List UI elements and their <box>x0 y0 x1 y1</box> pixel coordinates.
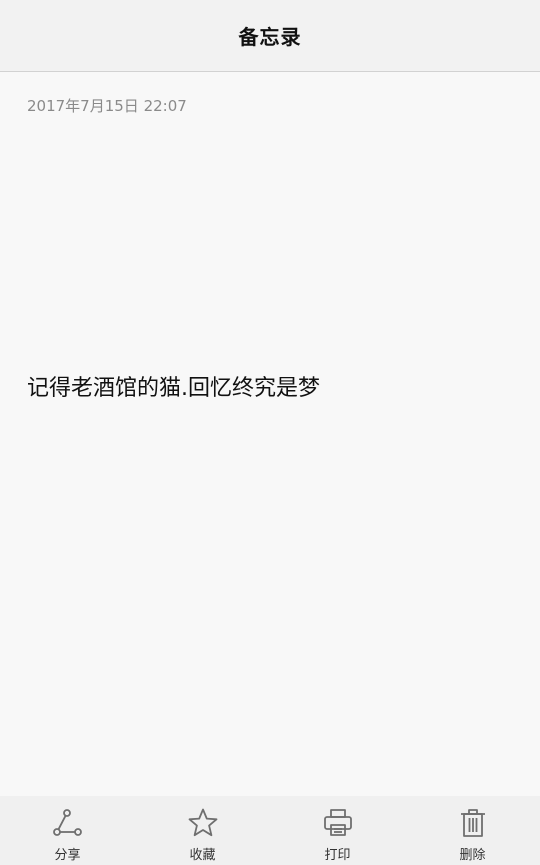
star-icon <box>187 807 219 839</box>
print-label: 打印 <box>324 848 351 863</box>
note-body-text[interactable]: 记得老酒馆的猫.回忆终究是梦 <box>27 370 320 402</box>
share-icon <box>52 807 84 839</box>
app-header: 备忘录 <box>0 0 540 72</box>
note-timestamp: 2017年7月15日 22:07 <box>27 97 187 115</box>
delete-button[interactable]: 删除 <box>405 796 540 865</box>
bottom-toolbar: 分享 收藏 打印 删除 <box>0 796 540 865</box>
printer-icon <box>322 807 354 839</box>
favorite-label: 收藏 <box>189 848 216 863</box>
trash-icon <box>457 807 489 839</box>
page-title: 备忘录 <box>238 25 302 49</box>
memo-app: 备忘录 2017年7月15日 22:07 记得老酒馆的猫.回忆终究是梦 分享 收… <box>0 0 540 865</box>
delete-label: 删除 <box>459 848 486 863</box>
note-content-area[interactable]: 2017年7月15日 22:07 记得老酒馆的猫.回忆终究是梦 <box>0 73 540 796</box>
share-button[interactable]: 分享 <box>0 796 135 865</box>
favorite-button[interactable]: 收藏 <box>135 796 270 865</box>
share-label: 分享 <box>54 848 81 863</box>
print-button[interactable]: 打印 <box>270 796 405 865</box>
